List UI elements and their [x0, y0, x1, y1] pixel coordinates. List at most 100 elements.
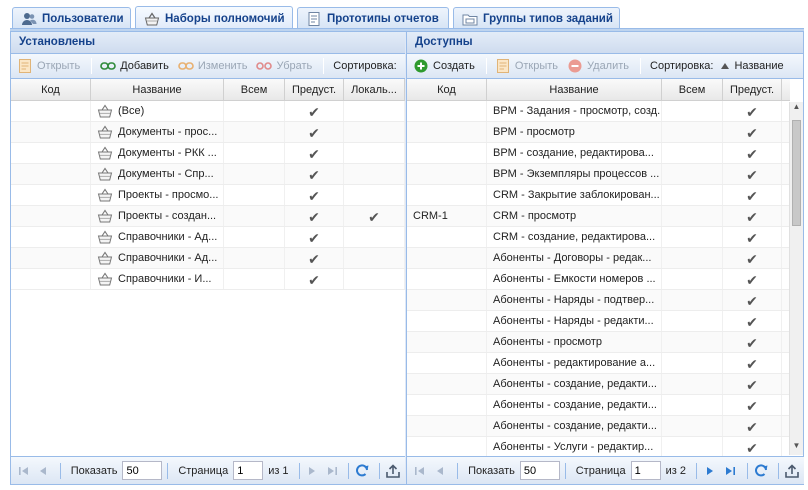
table-row[interactable]: Документы - Спр... ✔	[11, 164, 405, 185]
sort-asc-icon	[720, 59, 730, 73]
cell-code	[407, 248, 487, 268]
column-header-code[interactable]: Код	[11, 79, 91, 100]
pager-separator	[457, 462, 459, 479]
table-row[interactable]: Абоненты - Емкости номеров ... ✔	[407, 269, 790, 290]
available-scrollbar[interactable]: ▲ ▼	[789, 102, 803, 455]
first-page-button[interactable]	[412, 462, 428, 480]
tab-report-prototypes[interactable]: Прототипы отчетов	[297, 7, 449, 29]
page-size-label: Показать	[468, 464, 515, 477]
export-icon[interactable]	[385, 462, 401, 480]
table-row[interactable]: Абоненты - Договоры - редак... ✔	[407, 248, 790, 269]
sort-by-name-button[interactable]: Название	[717, 56, 786, 76]
page-size-label: Показать	[70, 464, 118, 477]
refresh-icon[interactable]	[753, 462, 769, 480]
pager-separator	[298, 462, 300, 479]
column-header-name[interactable]: Название	[91, 79, 224, 100]
unlink-icon	[256, 59, 273, 73]
table-row[interactable]: Документы - прос... ✔	[11, 122, 405, 143]
cell-preset: ✔	[723, 206, 782, 226]
table-row[interactable]: (Все) ✔	[11, 101, 405, 122]
table-row[interactable]: Абоненты - Наряды - подтвер... ✔	[407, 290, 790, 311]
table-row[interactable]: BPM - просмотр ✔	[407, 122, 790, 143]
refresh-icon[interactable]	[354, 462, 370, 480]
table-row[interactable]: Абоненты - Наряды - редакти... ✔	[407, 311, 790, 332]
page-number-input[interactable]	[233, 461, 264, 480]
delete-button[interactable]: Удалить	[564, 56, 632, 76]
table-row[interactable]: CRM - Закрытие заблокирован... ✔	[407, 185, 790, 206]
tab-label: Прототипы отчетов	[327, 12, 439, 25]
table-row[interactable]: Проекты - создан... ✔ ✔	[11, 206, 405, 227]
table-row[interactable]: CRM - создание, редактирова... ✔	[407, 227, 790, 248]
cell-local: ✔	[344, 206, 405, 226]
cell-code	[407, 290, 487, 310]
last-page-button[interactable]	[722, 462, 738, 480]
table-row[interactable]: Абоненты - редактирование а... ✔	[407, 353, 790, 374]
cell-preset: ✔	[723, 227, 782, 247]
page-size-input[interactable]	[122, 461, 163, 480]
table-row[interactable]: Абоненты - создание, редакти... ✔	[407, 416, 790, 437]
checkmark-icon: ✔	[746, 293, 758, 309]
table-row[interactable]: Абоненты - создание, редакти... ✔	[407, 374, 790, 395]
prev-page-button[interactable]	[35, 462, 50, 480]
cell-all	[662, 227, 723, 247]
cell-code	[11, 227, 91, 247]
cell-name: Справочники - И...	[91, 269, 224, 289]
table-row[interactable]: CRM-1 CRM - просмотр ✔	[407, 206, 790, 227]
cell-code	[407, 269, 487, 289]
column-header-preset[interactable]: Предуст.	[285, 79, 344, 100]
remove-button[interactable]: Убрать	[253, 56, 315, 76]
prev-page-button[interactable]	[432, 462, 448, 480]
export-icon[interactable]	[784, 462, 800, 480]
edit-button[interactable]: Изменить	[175, 56, 251, 76]
scroll-down-icon[interactable]: ▼	[790, 441, 803, 455]
table-row[interactable]: BPM - создание, редактирова... ✔	[407, 143, 790, 164]
next-page-button[interactable]	[702, 462, 718, 480]
table-row[interactable]: Справочники - Ад... ✔	[11, 227, 405, 248]
table-row[interactable]: Проекты - просмо... ✔	[11, 185, 405, 206]
table-row[interactable]: Абоненты - просмотр ✔	[407, 332, 790, 353]
tab-task-type-groups[interactable]: Группы типов заданий	[453, 7, 620, 29]
column-header-preset[interactable]: Предуст.	[723, 79, 782, 100]
cell-code	[407, 122, 487, 142]
column-header-local[interactable]: Локаль...	[344, 79, 405, 100]
cell-all	[662, 332, 723, 352]
open-button[interactable]: Открыть	[492, 56, 561, 76]
users-icon	[21, 12, 37, 26]
first-page-button[interactable]	[16, 462, 31, 480]
cell-preset: ✔	[723, 374, 782, 394]
last-page-button[interactable]	[324, 462, 339, 480]
column-header-code[interactable]: Код	[407, 79, 487, 100]
open-button[interactable]: Открыть	[14, 56, 83, 76]
basket-icon	[97, 230, 113, 244]
table-row[interactable]: Документы - РКК ... ✔	[11, 143, 405, 164]
next-page-button[interactable]	[304, 462, 319, 480]
cell-name: CRM - создание, редактирова...	[487, 227, 662, 247]
table-row[interactable]: Справочники - Ад... ✔	[11, 248, 405, 269]
column-header-name[interactable]: Название	[487, 79, 662, 100]
create-button[interactable]: Создать	[410, 56, 478, 76]
column-header-all[interactable]: Всем	[662, 79, 723, 100]
page-size-input[interactable]	[519, 461, 560, 480]
cell-all	[662, 143, 723, 163]
page-number-input[interactable]	[630, 461, 661, 480]
cell-code	[407, 143, 487, 163]
scroll-up-icon[interactable]: ▲	[790, 102, 803, 116]
table-row[interactable]: BPM - Экземпляры процессов ... ✔	[407, 164, 790, 185]
tab-users[interactable]: Пользователи	[12, 7, 131, 29]
table-row[interactable]: Справочники - И... ✔	[11, 269, 405, 290]
available-grid-header: Код Название Всем Предуст.	[407, 79, 790, 101]
add-button[interactable]: Добавить	[97, 56, 172, 76]
cell-preset: ✔	[285, 164, 344, 184]
pager-separator	[747, 462, 748, 479]
cell-name: Абоненты - Емкости номеров ...	[487, 269, 662, 289]
tab-permission-sets[interactable]: Наборы полномочий	[135, 6, 293, 30]
table-row[interactable]: Абоненты - создание, редакти... ✔	[407, 395, 790, 416]
table-row[interactable]: Абоненты - Услуги - редактир... ✔	[407, 437, 790, 457]
column-header-all[interactable]: Всем	[224, 79, 285, 100]
cell-preset: ✔	[723, 437, 782, 457]
cell-all	[224, 101, 285, 121]
checkmark-icon: ✔	[308, 167, 320, 183]
cell-preset: ✔	[723, 332, 782, 352]
table-row[interactable]: BPM - Задания - просмотр, созд... ✔	[407, 101, 790, 122]
scroll-thumb[interactable]	[792, 120, 801, 226]
